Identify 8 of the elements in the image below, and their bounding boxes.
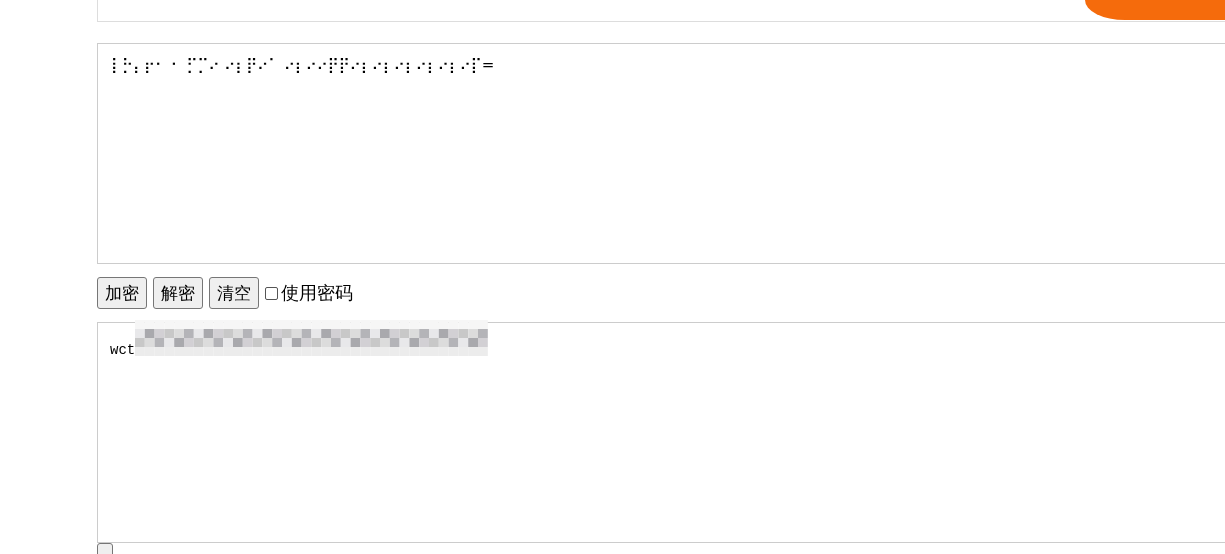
checkbox[interactable] [265,286,278,300]
action-button[interactable]: 解密 [153,277,203,309]
action-button[interactable]: 加密 [97,277,147,309]
output-field[interactable]: wct [97,322,1225,543]
output-text: wct [110,342,136,358]
checkbox-label: 使用密码 [281,281,353,305]
action-button[interactable]: 清空 [209,277,259,309]
input-field[interactable]: ⡇⡓⡄⡖⠂ ⠂ ⡋⡉⠔ ⠔⡆⡟⠔⠁ ⠔⡆⠔⠔⡟⡟⠔⡆⠔⡆⠔⡆⠔⡆⠔⡆⠔⡏= [97,43,1225,264]
